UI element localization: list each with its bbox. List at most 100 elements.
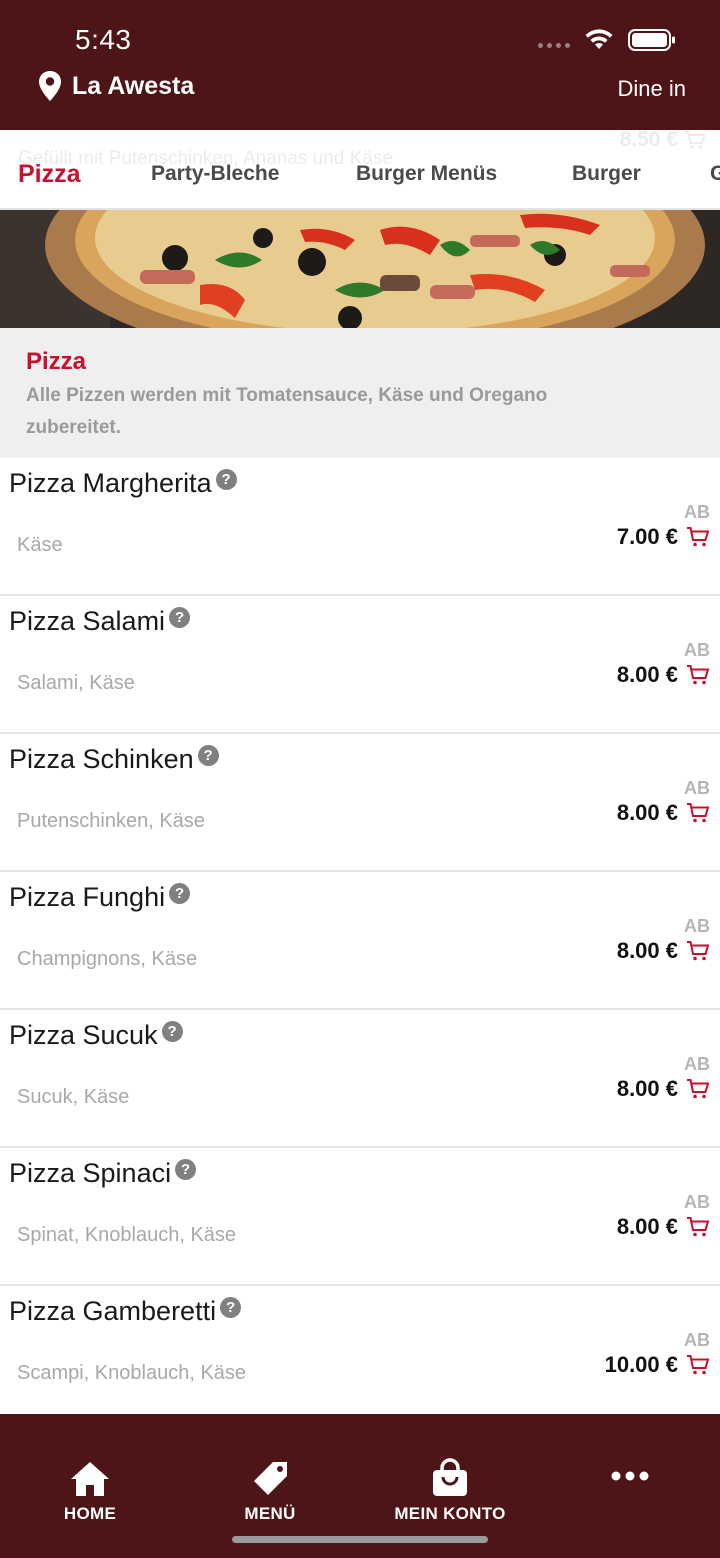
category-header: Pizza Alle Pizzen werden mit Tomatensauc… [0, 328, 720, 458]
item-name: Pizza Margherita [9, 468, 212, 498]
add-to-cart[interactable]: 8.00 € [617, 1214, 710, 1240]
category-title: Pizza [26, 348, 87, 375]
price-prefix: AB [684, 640, 710, 660]
help-icon[interactable]: ? [215, 469, 237, 490]
nav-my-account[interactable]: MEIN KONTO [360, 1454, 540, 1524]
cart-icon [687, 665, 710, 685]
status-time: 5:43 [75, 24, 132, 55]
tag-icon [254, 1462, 287, 1495]
home-indicator [232, 1536, 488, 1543]
item-price: 8.00 € [616, 1076, 678, 1101]
app-header: 5:43 La Awesta Dine in [0, 0, 720, 130]
menu-item[interactable]: Pizza Sucuk ? Sucuk, Käse AB 8.00 € [0, 1010, 720, 1148]
home-icon [71, 1462, 109, 1496]
menu-item-list: Pizza Margherita ? Käse AB 7.00 € Pizza … [0, 458, 720, 1424]
cart-icon [687, 1079, 710, 1099]
item-price: 10.00 € [604, 1352, 678, 1377]
add-to-cart[interactable]: 10.00 € [605, 1352, 710, 1378]
add-to-cart[interactable]: 8.00 € [617, 662, 710, 688]
item-price: 7.00 € [616, 524, 678, 549]
item-name-row: Pizza Margherita ? [9, 468, 237, 499]
price-prefix: AB [684, 1192, 710, 1212]
nav-home[interactable]: HOME [0, 1454, 180, 1524]
help-icon[interactable]: ? [175, 1159, 197, 1180]
cart-icon [687, 527, 710, 547]
item-price: 8.00 € [616, 938, 678, 963]
item-name: Pizza Salami [9, 606, 166, 636]
item-description: Scampi, Knoblauch, Käse [17, 1362, 247, 1384]
help-icon[interactable]: ? [197, 745, 219, 766]
item-name-row: Pizza Spinaci ? [9, 1158, 197, 1189]
item-name: Pizza Sucuk [9, 1020, 158, 1050]
item-price: 8.00 € [616, 662, 678, 687]
cart-icon [685, 131, 706, 149]
signal-icon [538, 42, 570, 48]
scrolled-price-text: 8.50 € [619, 130, 678, 151]
tab-burger-menus[interactable]: Burger Menüs [356, 162, 497, 186]
add-to-cart[interactable]: 8.00 € [617, 1076, 710, 1102]
item-description: Sucuk, Käse [17, 1086, 130, 1108]
category-hero-image [0, 210, 720, 328]
price-prefix: AB [684, 916, 710, 936]
item-price: 8.00 € [616, 1214, 678, 1239]
dine-in-toggle[interactable]: Dine in [618, 76, 686, 102]
more-icon [611, 1471, 649, 1481]
item-name-row: Pizza Gamberetti ? [9, 1296, 242, 1327]
nav-my-account-label: MEIN KONTO [394, 1504, 506, 1523]
price-prefix: AB [684, 1330, 710, 1350]
add-to-cart[interactable]: 8.00 € [617, 938, 710, 964]
category-tabs: Gefüllt mit Putenschinken, Ananas und Kä… [0, 130, 720, 210]
nav-menu[interactable]: MENÜ [180, 1454, 360, 1524]
help-icon[interactable]: ? [169, 883, 191, 904]
item-description: Salami, Käse [17, 672, 135, 694]
menu-item[interactable]: Pizza Gamberetti ? Scampi, Knoblauch, Kä… [0, 1286, 720, 1424]
location-selector[interactable]: La Awesta [38, 70, 194, 102]
item-description: Spinat, Knoblauch, Käse [17, 1224, 237, 1246]
menu-item[interactable]: Pizza Spinaci ? Spinat, Knoblauch, Käse … [0, 1148, 720, 1286]
add-to-cart[interactable]: 8.00 € [617, 800, 710, 826]
item-name: Pizza Spinaci [9, 1158, 172, 1188]
tab-party-bleche[interactable]: Party-Bleche [151, 162, 279, 186]
cart-icon [687, 1355, 710, 1375]
nav-menu-label: MENÜ [244, 1504, 296, 1523]
shopping-bag-icon [433, 1458, 467, 1496]
nav-more[interactable] [540, 1454, 720, 1498]
item-name-row: Pizza Sucuk ? [9, 1020, 183, 1051]
menu-item[interactable]: Pizza Salami ? Salami, Käse AB 8.00 € [0, 596, 720, 734]
tab-pizza[interactable]: Pizza [18, 160, 81, 189]
price-prefix: AB [684, 502, 710, 522]
cart-icon [687, 1217, 710, 1237]
item-description: Putenschinken, Käse [17, 810, 205, 832]
tab-burger[interactable]: Burger [572, 162, 641, 186]
location-name: La Awesta [72, 71, 195, 100]
price-prefix: AB [684, 1054, 710, 1074]
scrolled-item-price: 8.50 € [620, 130, 706, 152]
item-description: Käse [17, 534, 63, 556]
price-prefix: AB [684, 778, 710, 798]
help-icon[interactable]: ? [169, 607, 191, 628]
menu-item[interactable]: Pizza Margherita ? Käse AB 7.00 € [0, 458, 720, 596]
category-description: Alle Pizzen werden mit Tomatensauce, Käs… [26, 385, 548, 438]
item-name: Pizza Schinken [9, 744, 194, 774]
nav-home-label: HOME [63, 1504, 117, 1523]
status-icons [538, 28, 676, 52]
item-name-row: Pizza Salami ? [9, 606, 191, 637]
item-name-row: Pizza Funghi ? [9, 882, 191, 913]
cart-icon [687, 941, 710, 961]
add-to-cart[interactable]: 7.00 € [617, 524, 710, 550]
item-name: Pizza Gamberetti [9, 1296, 217, 1326]
help-icon[interactable]: ? [161, 1021, 183, 1042]
wifi-icon [585, 29, 613, 49]
tab-more[interactable]: G [710, 162, 720, 186]
menu-item[interactable]: Pizza Schinken ? Putenschinken, Käse AB … [0, 734, 720, 872]
battery-icon [628, 29, 675, 51]
help-icon[interactable]: ? [220, 1297, 242, 1318]
cart-icon [687, 803, 710, 823]
item-name: Pizza Funghi [9, 882, 166, 912]
item-price: 8.00 € [616, 800, 678, 825]
pizza-image [0, 210, 720, 328]
item-description: Champignons, Käse [17, 948, 198, 970]
location-pin-icon [39, 71, 61, 101]
menu-item[interactable]: Pizza Funghi ? Champignons, Käse AB 8.00… [0, 872, 720, 1010]
item-name-row: Pizza Schinken ? [9, 744, 219, 775]
